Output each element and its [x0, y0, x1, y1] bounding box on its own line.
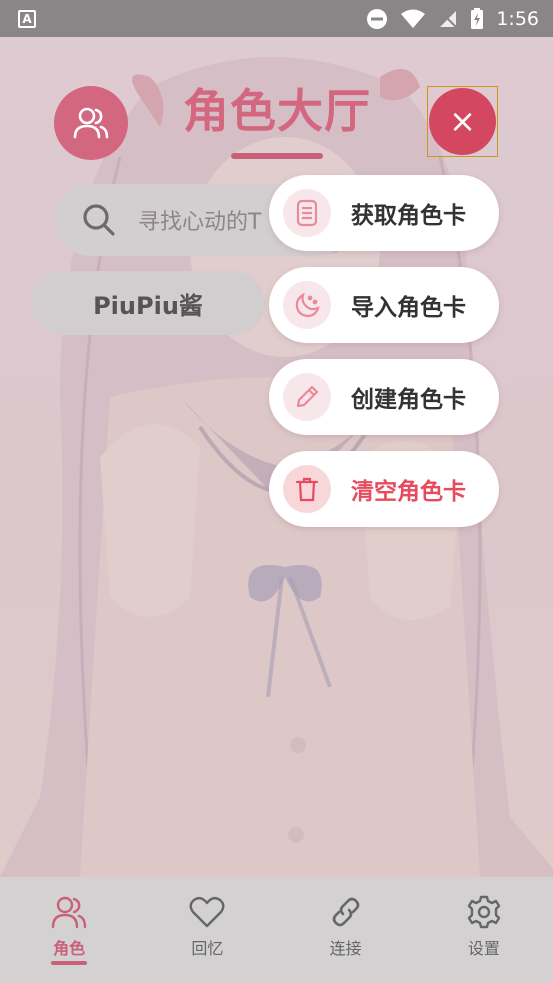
heart-icon — [189, 896, 225, 928]
active-tab-indicator — [51, 961, 88, 965]
character-list-button[interactable] — [54, 86, 128, 160]
status-bar: A 1:56 — [0, 0, 553, 37]
bottom-navigation: 角色 回忆 连接 设置 — [0, 877, 553, 983]
link-icon — [332, 897, 359, 927]
gear-icon — [467, 895, 501, 929]
menu-item-get-card[interactable]: 获取角色卡 — [269, 175, 499, 251]
signal-icon — [440, 10, 458, 28]
nav-label: 回忆 — [191, 939, 224, 958]
search-placeholder: 寻找心动的T — [138, 210, 262, 235]
menu-item-label: 导入角色卡 — [351, 295, 466, 321]
card-stack-icon — [283, 189, 331, 237]
menu-item-label: 创建角色卡 — [351, 387, 466, 413]
dnd-icon — [367, 8, 388, 29]
page-title: 角色大厅 — [183, 84, 371, 138]
character-card[interactable]: PiuPiu酱 — [31, 271, 265, 335]
close-icon: × — [429, 88, 496, 155]
close-menu-button[interactable]: × — [427, 86, 498, 157]
nav-label: 设置 — [467, 939, 500, 958]
menu-item-create-card[interactable]: 创建角色卡 — [269, 359, 499, 435]
wifi-icon — [401, 9, 426, 28]
search-icon — [83, 204, 115, 236]
nav-item-characters[interactable]: 角色 — [0, 877, 138, 983]
moon-icon — [283, 281, 331, 329]
menu-item-label: 清空角色卡 — [351, 479, 466, 505]
title-underline — [231, 153, 323, 159]
users-icon — [51, 896, 87, 929]
trash-icon — [283, 465, 331, 513]
nav-label: 连接 — [329, 939, 362, 958]
status-time: 1:56 — [496, 7, 539, 30]
users-icon — [73, 107, 109, 139]
nav-item-connect[interactable]: 连接 — [277, 877, 415, 983]
nav-item-memories[interactable]: 回忆 — [138, 877, 276, 983]
pencil-icon — [283, 373, 331, 421]
menu-item-label: 获取角色卡 — [351, 203, 466, 229]
battery-charging-icon — [471, 7, 484, 29]
menu-item-import-card[interactable]: 导入角色卡 — [269, 267, 499, 343]
nav-item-settings[interactable]: 设置 — [415, 877, 553, 983]
nav-label: 角色 — [53, 939, 86, 958]
notification-a-icon: A — [18, 9, 36, 28]
menu-item-clear-cards[interactable]: 清空角色卡 — [269, 451, 499, 527]
